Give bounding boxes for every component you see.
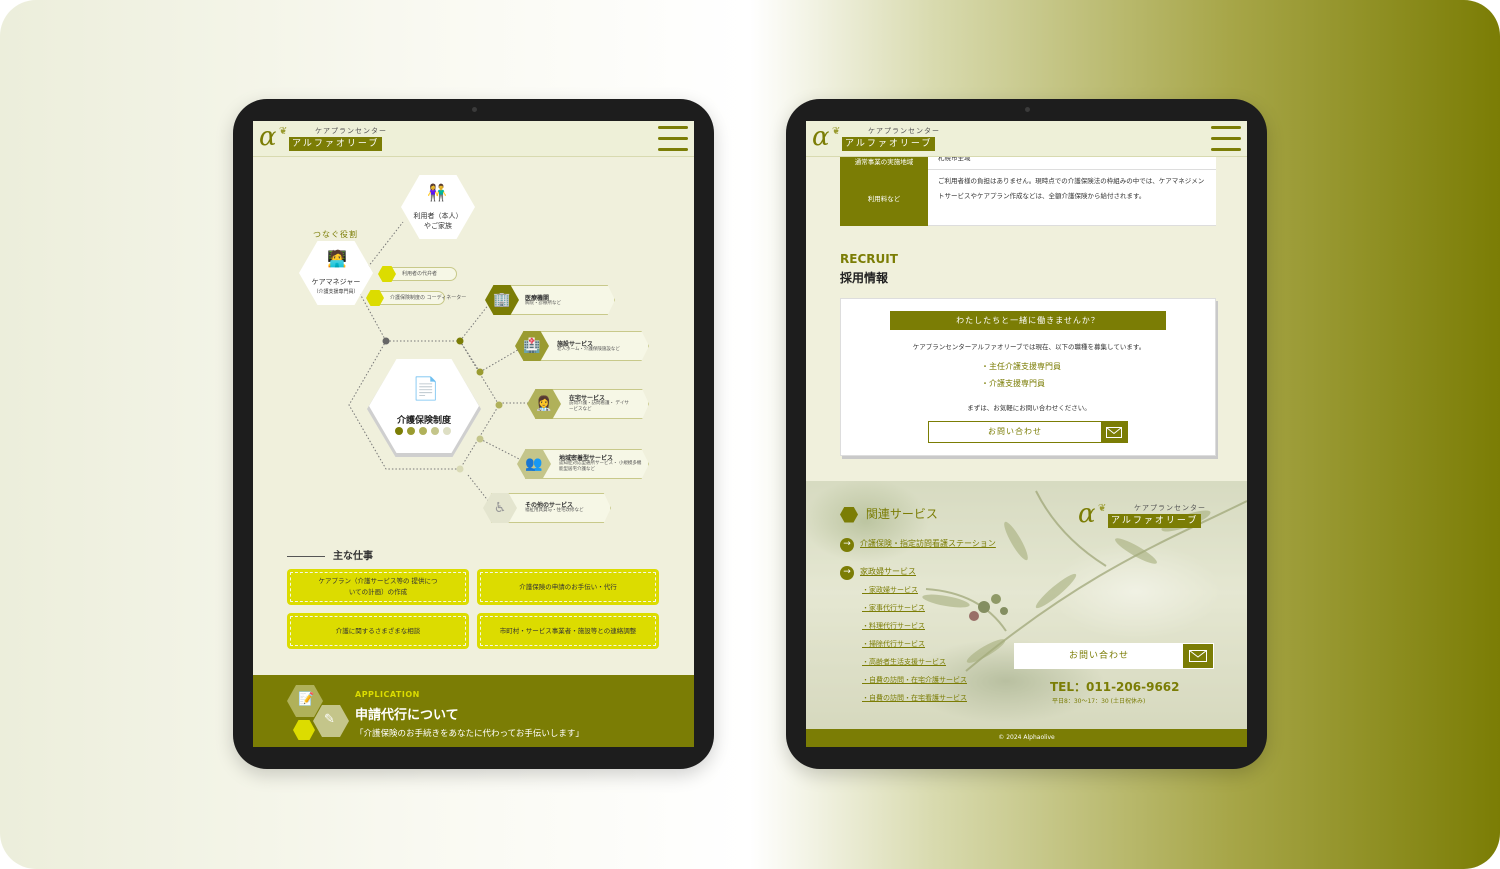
- logo[interactable]: α ❦ ケアプランセンター アルファオリーブ: [812, 122, 972, 154]
- pen-icon: ✎: [324, 712, 335, 727]
- recruit-contact-button[interactable]: お問い合わせ: [928, 421, 1128, 443]
- fee-table: 通常事業の実施地域 札幌市全域 利用料など ご利用者様の負担はありません。現時点…: [840, 151, 1216, 226]
- footer-contact-label: お問い合わせ: [1068, 651, 1129, 661]
- envelope-icon: [1183, 644, 1213, 668]
- application-band: 📝 ✎ APPLICATION 申請代行について 「介護保険のお手続きをあなたに…: [253, 675, 694, 747]
- fee-cost-value: ご利用者様の負担はありません。現時点での介護保険法の枠組みの中では、ケアマネジメ…: [928, 170, 1216, 226]
- work-item-coordination: 市町村・サービス事業者・施設等との連絡調整: [477, 613, 659, 649]
- sub-link-3[interactable]: ・料理代行サービス: [862, 621, 925, 631]
- arrow-right-icon: →: [840, 566, 854, 580]
- service-medical-sub: 病院・診療所など: [525, 301, 561, 306]
- recruit-eyebrow: RECRUIT: [840, 252, 898, 266]
- elderly-couple-icon: 👫: [427, 183, 447, 202]
- logo-name: アルファオリーブ: [842, 137, 936, 151]
- site-header: α ❦ ケアプランセンター アルファオリーブ: [806, 121, 1247, 157]
- work-item-careplan-label: ケアプラン（介護サービス等の 提供についての計画）の作成: [318, 577, 438, 596]
- link-housekeeper-label: 家政婦サービス: [860, 567, 916, 576]
- related-services-label: 関連サービス: [865, 507, 938, 521]
- service-community-sub: 認知症対応型通所サービス・ 小規模多機能型居宅介護など: [559, 461, 642, 472]
- care-insurance-label: 介護保険制度: [396, 416, 451, 426]
- sub-link-4[interactable]: ・掃除代行サービス: [862, 639, 925, 649]
- tablet-left: α ❦ ケアプランセンター アルファオリーブ 👫 利用者（本人） やご家族 つな…: [233, 99, 714, 769]
- recruit-box: わたしたちと一緒に働きませんか？ ケアプランセンターアルファオリーブでは現在、以…: [840, 298, 1216, 456]
- logo-name: アルファオリーブ: [1108, 514, 1202, 528]
- recruit-position-support: ・介護支援専門員: [981, 379, 1045, 388]
- leaf-icon: ❦: [832, 126, 841, 137]
- leaf-icon: ❦: [279, 126, 288, 137]
- link-housekeeper[interactable]: → 家政婦サービス: [840, 566, 916, 580]
- recruit-lead: ケアプランセンターアルファオリーブでは現在、以下の職種を募集しています。: [912, 343, 1146, 351]
- logo-alpha: α: [259, 122, 277, 152]
- application-eyebrow: APPLICATION: [355, 690, 420, 699]
- logo-prefix: ケアプランセンター: [315, 127, 387, 135]
- leaf-icon: ❦: [1098, 503, 1107, 514]
- camera: [1024, 107, 1030, 112]
- user-node-line1: 利用者（本人）: [413, 212, 463, 220]
- sub-link-2[interactable]: ・家事代行サービス: [862, 603, 925, 613]
- recruit-note: まずは、お気軽にお問い合わせください。: [967, 404, 1091, 412]
- background-canvas: α ❦ ケアプランセンター アルファオリーブ 👫 利用者（本人） やご家族 つな…: [0, 0, 1500, 869]
- logo-alpha: α: [812, 122, 830, 152]
- service-home-sub: 訪問介護・訪問看護・ デイサービスなど: [569, 401, 629, 412]
- work-item-coordination-label: 市町村・サービス事業者・施設等との連絡調整: [499, 626, 637, 635]
- link-visiting-nurse-label: 介護保険・指定訪問看護ステーション: [860, 539, 996, 548]
- site-header: α ❦ ケアプランセンター アルファオリーブ: [253, 121, 694, 157]
- camera: [471, 107, 477, 112]
- footer-contact-button[interactable]: お問い合わせ: [1014, 643, 1214, 669]
- fee-row-cost: 利用料など ご利用者様の負担はありません。現時点での介護保険法の枠組みの中では、…: [840, 170, 1216, 226]
- work-item-consultation-label: 介護に関するさまざまな相談: [335, 626, 421, 635]
- progress-dots: [395, 427, 451, 435]
- tablet-right: α ❦ ケアプランセンター アルファオリーブ 通常事業の実施地域 札幌市全域 利…: [786, 99, 1267, 769]
- footer-logo[interactable]: α ❦ ケアプランセンター アルファオリーブ: [1078, 499, 1218, 529]
- document-icon: 📄: [412, 377, 440, 402]
- manager-node-line1: ケアマネジャー: [311, 278, 361, 286]
- arrow-right-icon: →: [840, 538, 854, 552]
- role-diagram: 👫 利用者（本人） やご家族 つなぐ役割 🧑‍💻 ケアマネジャー （介護支援専門…: [253, 157, 694, 537]
- logo-prefix: ケアプランセンター: [1134, 504, 1206, 512]
- logo-alpha: α: [1078, 499, 1096, 529]
- logo-prefix: ケアプランセンター: [868, 127, 940, 135]
- work-item-careplan: ケアプラン（介護サービス等の 提供についての計画）の作成: [287, 569, 469, 605]
- hexagon-icon: [840, 506, 858, 523]
- logo-name: アルファオリーブ: [289, 137, 383, 151]
- envelope-icon: [1101, 422, 1127, 442]
- application-title: 申請代行について: [355, 708, 459, 723]
- document-icon: 📝: [298, 692, 315, 707]
- copyright: © 2024 Alphaolive: [806, 729, 1247, 747]
- related-services-title: 関連サービス: [840, 505, 938, 523]
- recruit-contact-label: お問い合わせ: [988, 427, 1042, 436]
- link-visiting-nurse[interactable]: → 介護保険・指定訪問看護ステーション: [840, 538, 996, 552]
- role-label: つなぐ役割: [313, 230, 358, 239]
- sub-link-6[interactable]: ・自費の訪問・在宅介護サービス: [862, 675, 967, 685]
- service-facility-sub: 老人ホーム・介護保険施設など: [557, 347, 620, 352]
- care-manager-icon: 🧑‍💻: [327, 249, 347, 268]
- screen-left: α ❦ ケアプランセンター アルファオリーブ 👫 利用者（本人） やご家族 つな…: [253, 121, 694, 747]
- sub-link-1[interactable]: ・家政婦サービス: [862, 585, 918, 595]
- recruit-title: 採用情報: [840, 271, 889, 285]
- screen-right: α ❦ ケアプランセンター アルファオリーブ 通常事業の実施地域 札幌市全域 利…: [806, 121, 1247, 747]
- recruit-position-chief: ・主任介護支援専門員: [981, 362, 1061, 371]
- recruit-banner: わたしたちと一緒に働きませんか？: [890, 311, 1166, 330]
- tag-coordinator: 介護保険制度の コーディネーター: [366, 290, 466, 306]
- sub-link-7[interactable]: ・自費の訪問・在宅看護サービス: [862, 693, 967, 703]
- sub-link-5[interactable]: ・高齢者生活支援サービス: [862, 657, 946, 667]
- accent-hex-icon: [293, 720, 315, 740]
- hamburger-menu-icon[interactable]: [1211, 126, 1241, 152]
- main-work-title: 主な仕事: [287, 547, 373, 562]
- tag-coordinator-label: 介護保険制度の コーディネーター: [390, 295, 467, 301]
- footer-olive-photo: 関連サービス → 介護保険・指定訪問看護ステーション → 家政婦サービス ・家政婦サ…: [806, 481, 1247, 729]
- tag-advocate: 利用者の代弁者: [378, 266, 457, 282]
- logo[interactable]: α ❦ ケアプランセンター アルファオリーブ: [259, 122, 419, 154]
- work-item-consultation: 介護に関するさまざまな相談: [287, 613, 469, 649]
- hamburger-menu-icon[interactable]: [658, 126, 688, 152]
- business-hours: 平日8：30〜17：30 (土日祝休み): [1052, 698, 1146, 705]
- application-text: 「介護保険のお手続きをあなたに代わってお手伝いします」: [355, 729, 584, 739]
- telephone-number[interactable]: TEL：011-206-9662: [1050, 678, 1180, 695]
- tag-advocate-label: 利用者の代弁者: [402, 271, 438, 277]
- work-item-application-label: 介護保険の申請のお手伝い・代行: [519, 582, 617, 591]
- work-item-application: 介護保険の申請のお手伝い・代行: [477, 569, 659, 605]
- fee-cost-label: 利用料など: [840, 170, 928, 226]
- service-other-sub: 福祉用具貸与・住宅改修など: [525, 508, 584, 513]
